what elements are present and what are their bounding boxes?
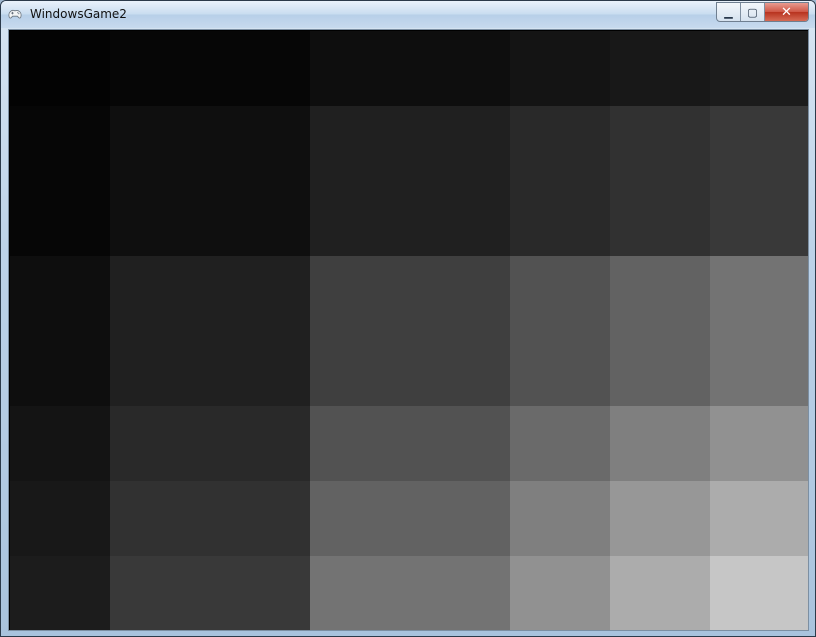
- color-tile: [710, 481, 808, 556]
- color-tile: [110, 556, 310, 630]
- color-tile: [110, 31, 310, 106]
- maximize-icon: ▢: [747, 5, 758, 19]
- window-controls: ▁ ▢ ✕: [716, 2, 809, 22]
- color-tile: [510, 31, 610, 106]
- minimize-icon: ▁: [724, 5, 733, 19]
- color-tile: [310, 31, 510, 106]
- color-tile: [610, 106, 710, 256]
- color-tile: [510, 481, 610, 556]
- color-tile: [610, 556, 710, 630]
- game-viewport[interactable]: [8, 29, 809, 631]
- color-tile: [310, 106, 510, 256]
- color-tile: [510, 556, 610, 630]
- color-tile: [310, 481, 510, 556]
- color-tile: [510, 106, 610, 256]
- minimize-button[interactable]: ▁: [717, 3, 741, 21]
- gradient-tile-grid: [10, 31, 808, 630]
- color-tile: [610, 31, 710, 106]
- title-bar[interactable]: WindowsGame2 ▁ ▢ ✕: [1, 1, 815, 28]
- color-tile: [610, 256, 710, 406]
- maximize-button[interactable]: ▢: [741, 3, 765, 21]
- gamepad-icon: [7, 6, 23, 22]
- game-window: WindowsGame2 ▁ ▢ ✕: [0, 0, 816, 637]
- color-tile: [710, 256, 808, 406]
- color-tile: [310, 406, 510, 481]
- color-tile: [310, 256, 510, 406]
- color-tile: [610, 481, 710, 556]
- color-tile: [710, 106, 808, 256]
- color-tile: [510, 256, 610, 406]
- close-button[interactable]: ✕: [765, 3, 808, 21]
- color-tile: [710, 556, 808, 630]
- color-tile: [10, 256, 110, 406]
- color-tile: [10, 556, 110, 630]
- color-tile: [10, 481, 110, 556]
- close-icon: ✕: [781, 4, 792, 20]
- color-tile: [710, 406, 808, 481]
- color-tile: [110, 406, 310, 481]
- color-tile: [110, 256, 310, 406]
- color-tile: [10, 31, 110, 106]
- color-tile: [110, 481, 310, 556]
- color-tile: [10, 406, 110, 481]
- color-tile: [110, 106, 310, 256]
- color-tile: [10, 106, 110, 256]
- color-tile: [310, 556, 510, 630]
- color-tile: [610, 406, 710, 481]
- window-title: WindowsGame2: [30, 7, 127, 21]
- color-tile: [510, 406, 610, 481]
- color-tile: [710, 31, 808, 106]
